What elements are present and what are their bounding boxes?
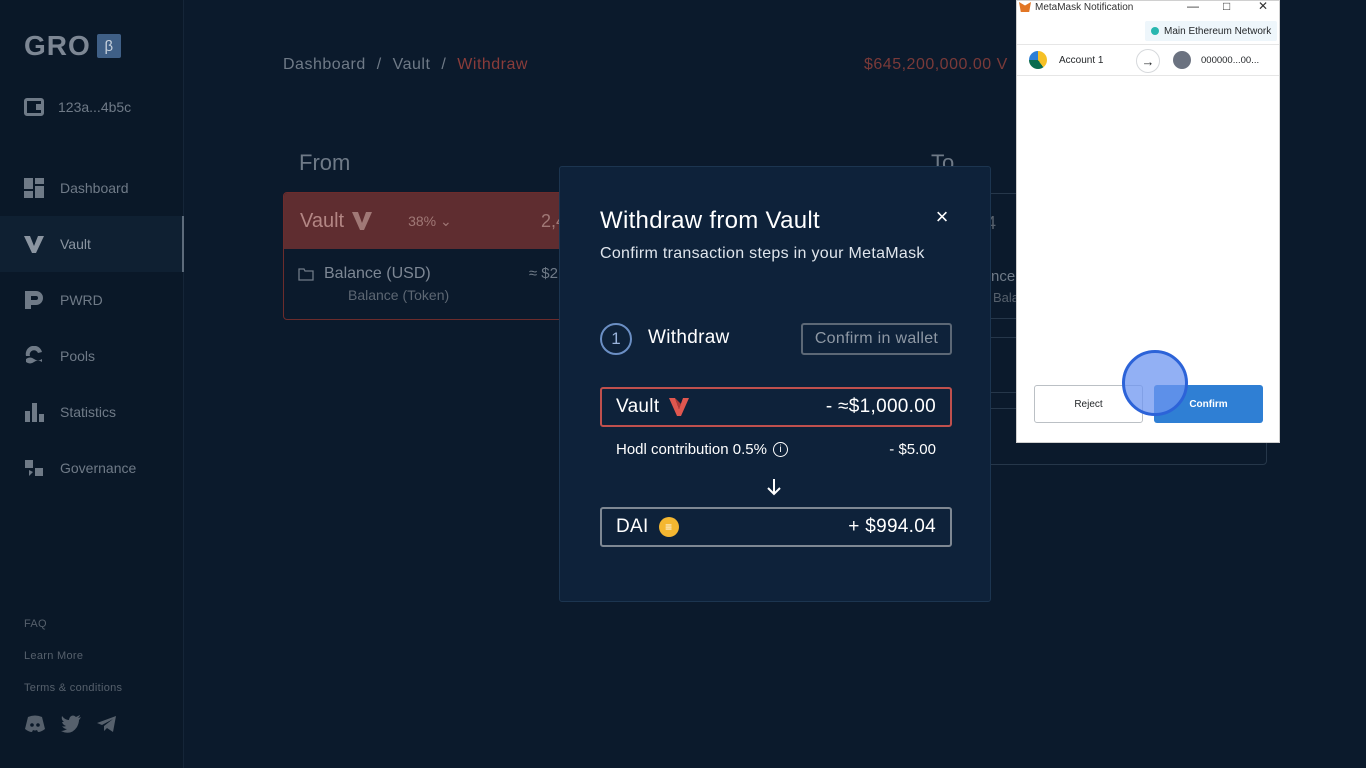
sidebar-item-label: PWRD (60, 292, 103, 308)
close-icon[interactable]: ✕ (1258, 0, 1268, 13)
learn-more-link[interactable]: Learn More (24, 650, 122, 682)
breadcrumb-dashboard[interactable]: Dashboard (283, 56, 366, 73)
to-token-row: DAI ≡ + $994.04 (600, 507, 952, 547)
gro-logo[interactable]: GRO β (24, 30, 121, 62)
discord-icon[interactable] (24, 714, 46, 734)
from-token-row: Vault - ≈$1,000.00 (600, 387, 952, 427)
vault-logo-icon (669, 398, 690, 416)
step-label: Withdraw (648, 327, 730, 348)
account-row: Account 1 → 000000...00... (1017, 44, 1279, 76)
destination-avatar (1173, 51, 1191, 69)
sidebar-nav: Dashboard Vault PWRD Pools Statistics Go… (0, 160, 184, 496)
from-card-header: Vault 38% ⌄ 2,4 (284, 193, 572, 249)
arrow-right-icon: → (1136, 49, 1160, 73)
destination-address[interactable]: 000000...00... (1201, 55, 1259, 66)
wallet-address-text: 123a...4b5c (58, 99, 132, 115)
sidebar-item-label: Governance (60, 460, 137, 476)
wallet-icon (24, 98, 44, 116)
sidebar-item-label: Pools (60, 348, 96, 364)
folder-icon (298, 268, 314, 281)
beta-badge: β (96, 34, 121, 58)
balance-token-label: Balance (Token) (348, 287, 450, 303)
vault-icon (24, 234, 44, 254)
breadcrumb-separator: / (441, 56, 447, 73)
breadcrumb-separator: / (376, 56, 382, 73)
sidebar: GRO β 123a...4b5c Dashboard Vault PWRD P… (0, 0, 184, 768)
sidebar-item-label: Dashboard (60, 180, 129, 196)
breadcrumb-current: Withdraw (457, 56, 528, 73)
metamask-title: MetaMask Notification (1035, 1, 1134, 13)
modal-subtitle: Confirm transaction steps in your MetaMa… (600, 245, 925, 262)
footer-links: FAQ Learn More Terms & conditions (24, 618, 122, 714)
hodl-label: Hodl contribution 0.5% (616, 441, 767, 458)
balance-approx: ≈ $2 (528, 265, 558, 282)
dai-coin-icon: ≡ (658, 517, 679, 537)
sidebar-item-label: Statistics (60, 404, 117, 420)
tvl-value: $645,200,000.00 V (864, 56, 1008, 73)
minimize-icon[interactable]: — (1187, 0, 1199, 13)
percentage-value: 38% (408, 212, 437, 229)
sidebar-item-pwrd[interactable]: PWRD (0, 272, 184, 328)
chevron-down-icon: ⌄ (440, 212, 452, 229)
sidebar-item-pools[interactable]: Pools (0, 328, 184, 384)
withdraw-modal: Withdraw from Vault × Confirm transactio… (559, 166, 991, 602)
from-balance: Balance (USD) Balance (Token) (284, 249, 572, 319)
metamask-fox-icon (1019, 2, 1031, 12)
sidebar-item-dashboard[interactable]: Dashboard (0, 160, 184, 216)
sidebar-item-label: Vault (60, 236, 91, 252)
dashboard-icon (24, 178, 44, 198)
social-links (24, 714, 118, 734)
modal-title: Withdraw from Vault (600, 207, 820, 234)
close-icon[interactable]: × (932, 204, 952, 229)
balance-usd-label: Balance (USD) (324, 265, 431, 282)
from-card: Vault 38% ⌄ 2,4 Balance (USD) Balance (T… (283, 192, 573, 320)
to-amount: + $994.04 (848, 516, 936, 537)
from-amount: - ≈$1,000.00 (825, 396, 936, 417)
hodl-value: - $5.00 (889, 441, 936, 458)
vault-logo-icon (352, 212, 373, 230)
wallet-address[interactable]: 123a...4b5c (24, 98, 131, 116)
from-label: From (299, 150, 351, 175)
percentage-select[interactable]: 38% ⌄ (408, 213, 452, 230)
sidebar-item-statistics[interactable]: Statistics (0, 384, 184, 440)
network-label: Main Ethereum Network (1164, 25, 1272, 37)
pools-icon (24, 346, 44, 366)
maximize-icon[interactable]: □ (1223, 0, 1230, 13)
from-token-label: Vault (300, 209, 345, 232)
hodl-contribution: Hodl contribution 0.5% i - $5.00 (616, 441, 936, 458)
from-token-label: Vault (616, 396, 660, 417)
balance-usd-row: Balance (USD) (298, 265, 558, 283)
twitter-icon[interactable] (60, 714, 82, 734)
click-indicator (1122, 350, 1188, 416)
step-number: 1 (600, 323, 632, 355)
breadcrumb-vault[interactable]: Vault (393, 56, 431, 73)
account-name[interactable]: Account 1 (1059, 55, 1103, 66)
network-status-dot (1151, 27, 1159, 35)
faq-link[interactable]: FAQ (24, 618, 122, 650)
network-badge[interactable]: Main Ethereum Network (1145, 21, 1278, 41)
sidebar-item-vault[interactable]: Vault (0, 216, 184, 272)
statistics-icon (24, 402, 44, 422)
metamask-titlebar: MetaMask Notification — □ ✕ (1017, 0, 1279, 13)
telegram-icon[interactable] (96, 714, 118, 734)
breadcrumb: Dashboard / Vault / Withdraw (283, 56, 528, 74)
logo-text: GRO (24, 30, 91, 61)
arrow-down-icon (767, 479, 781, 496)
to-balance-label: nce (991, 268, 1016, 285)
pwrd-icon (24, 290, 44, 310)
terms-link[interactable]: Terms & conditions (24, 682, 122, 714)
to-token-label: DAI (616, 516, 649, 537)
governance-icon (24, 458, 44, 478)
sidebar-item-governance[interactable]: Governance (0, 440, 184, 496)
to-token-row[interactable] (986, 337, 1020, 393)
confirm-in-wallet-button[interactable]: Confirm in wallet (801, 323, 952, 355)
info-icon[interactable]: i (772, 442, 788, 457)
account-avatar (1029, 51, 1047, 69)
